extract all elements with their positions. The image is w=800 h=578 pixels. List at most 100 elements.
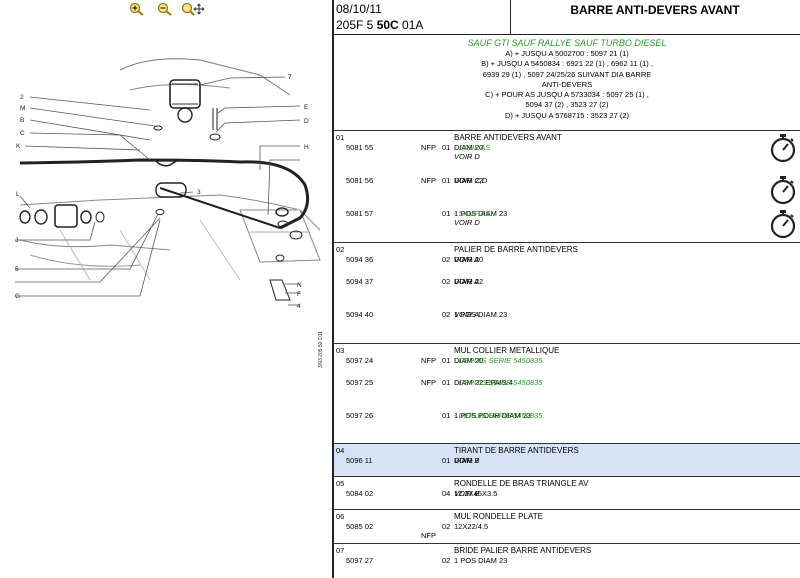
part-reference[interactable]: 5097 25: [346, 378, 373, 387]
applicability-notes: SAUF GTI SAUF RALLYE SAUF TURBO DIESEL A…: [334, 38, 800, 121]
callout-e: E: [304, 104, 309, 111]
plate-code: 3/93 205 50 C01: [318, 331, 324, 368]
see-note: VOIR A: [454, 277, 480, 286]
part-reference[interactable]: 5096 11: [346, 456, 373, 465]
applicability-note: - SAUF AS: [454, 143, 491, 152]
part-quantity: 01: [442, 411, 451, 420]
callout-l: L: [16, 191, 20, 198]
part-quantity: 02: [442, 522, 451, 531]
parts-section[interactable]: 06 MUL RONDELLE PLATE 5085 02 02 12X22/4.5 NF…: [334, 509, 800, 544]
parts-section[interactable]: 03 MUL COLLIER METALLIQUE 5097 24 01 DIAM 20…: [334, 343, 800, 444]
part-reference[interactable]: 5097 27: [346, 556, 373, 565]
part-description: 12X22/4.5: [454, 522, 489, 531]
notes-line: 5094 37 (2) , 3523 27 (2): [525, 100, 609, 110]
stopwatch-icon[interactable]: [768, 209, 798, 239]
part-reference[interactable]: 5097 26: [346, 411, 373, 420]
part-reference[interactable]: 5081 57: [346, 209, 373, 218]
callout-k: K: [16, 143, 21, 150]
zoom-in-icon[interactable]: [129, 2, 145, 16]
code-bold: 50C: [376, 18, 399, 32]
section-title: MUL RONDELLE PLATE: [454, 512, 543, 521]
see-note: VOIR D: [454, 218, 480, 227]
notes-line: 6939 29 (1) , 5097 24/25/26 SUIVANT DIA …: [482, 69, 652, 79]
callout-7: 7: [288, 74, 292, 81]
part-reference[interactable]: 5097 24: [346, 356, 373, 365]
stopwatch-icon[interactable]: [768, 175, 798, 205]
callout-j: J: [15, 237, 18, 244]
view-toolbar: [0, 0, 332, 18]
nfp-flag: NFP: [421, 176, 436, 185]
see-note: VOIR C,D: [454, 176, 488, 185]
callout-f: F: [297, 291, 301, 298]
callout-2: 2: [20, 94, 24, 101]
section-title: BRIDE PALIER BARRE ANTIDEVERS: [454, 546, 592, 555]
callout-h: H: [304, 144, 309, 151]
part-reference[interactable]: 5084 02: [346, 489, 373, 498]
part-quantity: 02: [442, 255, 451, 264]
see-note: VOIR B: [454, 456, 480, 465]
section-title: BARRE ANTIDEVERS AVANT: [454, 133, 562, 142]
part-reference[interactable]: 5085 02: [346, 522, 373, 531]
see-note: VOIR A: [454, 255, 480, 264]
part-reference[interactable]: 5081 55: [346, 143, 373, 152]
part-reference[interactable]: 5094 37: [346, 277, 373, 286]
part-reference[interactable]: 5094 36: [346, 255, 373, 264]
part-quantity: 01: [442, 356, 451, 365]
notes-line: C) + POUR AS JUSQU A 5733034 : 5097 25 (…: [485, 90, 649, 100]
section-number: 03: [336, 346, 345, 355]
section-number: 01: [336, 133, 345, 142]
part-quantity: 02: [442, 310, 451, 319]
part-quantity: 02: [442, 277, 451, 286]
part-quantity: 01: [442, 456, 451, 465]
code-prefix: 205F 5: [336, 18, 377, 32]
page-title: BARRE ANTI-DEVERS AVANT: [570, 3, 740, 17]
part-reference[interactable]: 5081 56: [346, 176, 373, 185]
see-note: VOIR A: [454, 310, 480, 319]
section-number: 04: [336, 446, 345, 455]
notes-heading: SAUF GTI SAUF RALLYE SAUF TURBO DIESEL: [467, 38, 667, 48]
part-quantity: 01: [442, 378, 451, 387]
callout-d: D: [304, 118, 309, 125]
anti-roll-bar-diagram: 7 2 M B C K E D H 3 L J 5 G N F 4 3/93 2…: [15, 58, 324, 368]
applicability-note: - DEPUIS SERIE 5450835: [454, 378, 543, 387]
parts-section[interactable]: 07 BRIDE PALIER BARRE ANTIDEVERS 5097 27 02…: [334, 543, 800, 578]
nfp-flag: NFP: [421, 378, 436, 387]
section-number: 02: [336, 245, 345, 254]
part-quantity: 01: [442, 176, 451, 185]
see-note: VOIR D: [454, 152, 480, 161]
section-number: 07: [336, 546, 345, 555]
callout-4: 4: [297, 303, 301, 310]
header-code: 205F 5 50C 01A: [336, 18, 423, 32]
zoom-pan-icon[interactable]: [181, 2, 205, 16]
header-date: 08/10/11: [336, 2, 382, 16]
stopwatch-icon[interactable]: [768, 133, 798, 163]
callout-b: B: [20, 117, 24, 124]
applicability-note: - DEPUIS SERIE 5450835: [454, 356, 543, 365]
notes-line: D) + JUSQU A 5768715 : 3523 27 (2): [504, 110, 630, 120]
zoom-out-icon[interactable]: [157, 2, 173, 16]
callout-3: 3: [197, 189, 201, 196]
parts-section[interactable]: 04 TIRANT DE BARRE ANTIDEVERS 5096 11 01 DIA…: [334, 443, 800, 477]
part-reference[interactable]: 5094 40: [346, 310, 373, 319]
callout-m: M: [20, 105, 25, 112]
applicability-note: - SAUF AS: [454, 209, 491, 218]
parts-section[interactable]: 05 RONDELLE DE BRAS TRIANGLE AV 5084 02 04 1…: [334, 476, 800, 510]
callout-g: G: [15, 293, 20, 300]
part-quantity: 04: [442, 489, 451, 498]
parts-list-panel: 08/10/11 205F 5 50C 01A BARRE ANTI-DEVER…: [334, 0, 800, 578]
notes-line: B) + JUSQU A 5450834 : 6921 22 (1) , 696…: [481, 59, 653, 69]
section-title: MUL COLLIER METALLIQUE: [454, 346, 560, 355]
code-suffix: 01A: [398, 18, 424, 32]
part-quantity: 02: [442, 556, 451, 565]
page-header: 08/10/11 205F 5 50C 01A BARRE ANTI-DEVER…: [334, 0, 800, 35]
exploded-view-panel: 7 2 M B C K E D H 3 L J 5 G N F 4 3/93 2…: [0, 0, 332, 578]
header-id-cell: 08/10/11 205F 5 50C 01A: [334, 0, 511, 34]
callout-n: N: [297, 282, 302, 289]
parts-section[interactable]: 02 PALIER DE BARRE ANTIDEVERS 5094 36 02 DIA…: [334, 242, 800, 344]
parts-section[interactable]: 01 BARRE ANTIDEVERS AVANT 5081 55 01 DIAM 20…: [334, 130, 800, 243]
callout-5: 5: [15, 266, 19, 273]
nfp-flag: NFP: [421, 143, 436, 152]
callout-c: C: [20, 130, 25, 137]
section-number: 05: [336, 479, 345, 488]
section-title: TIRANT DE BARRE ANTIDEVERS: [454, 446, 579, 455]
